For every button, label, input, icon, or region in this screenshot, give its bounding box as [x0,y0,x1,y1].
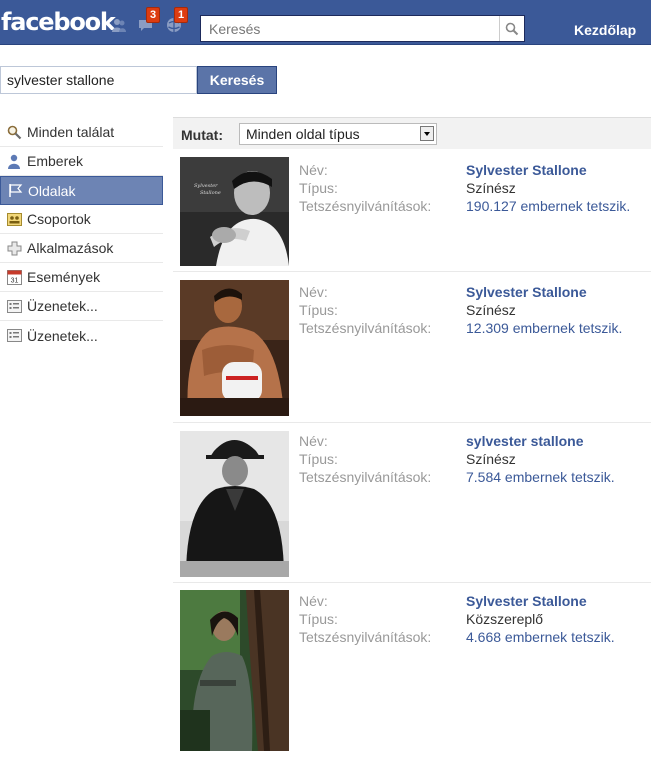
message-icon [6,298,22,314]
result-likes-label: Tetszésnyilvánítások: [299,469,432,485]
sidebar-item-pages[interactable]: Oldalak [0,176,163,205]
search-result: Név: Típus: Tetszésnyilvánítások: Sylves… [173,272,651,423]
result-name-link[interactable]: Sylvester Stallone [466,283,587,301]
page-type-select[interactable]: Minden oldal típus [239,123,437,145]
sidebar-item-label: Minden találat [27,124,115,140]
result-type-value: Színész [466,451,516,467]
search-icon [505,22,519,35]
result-type-label: Típus: [299,180,338,196]
calendar-day: 31 [10,277,18,284]
svg-text:Sylvester: Sylvester [194,183,218,189]
sidebar-item-label: Oldalak [28,182,76,199]
calendar-icon: 31 [6,269,22,285]
sidebar-item-label: Események [27,269,101,285]
result-likes-label: Tetszésnyilvánítások: [299,198,432,214]
result-thumbnail[interactable] [180,280,289,416]
home-link[interactable]: Kezdőlap [574,22,636,38]
messages-icon[interactable]: 3 [138,7,161,33]
result-type-value: Közszereplő [466,611,544,627]
search-result: Név: Típus: Tetszésnyilvánítások: Sylves… [173,583,651,760]
notifications-badge: 1 [174,7,189,23]
person-icon [6,153,22,169]
sidebar-item-all-results[interactable]: Minden találat [0,118,163,147]
notifications-icon[interactable]: 1 [166,7,189,33]
group-icon [6,211,22,227]
top-search-input[interactable] [201,16,499,41]
search-query-input[interactable] [0,66,197,94]
top-search-button[interactable] [499,16,524,41]
search-result: Név: Típus: Tetszésnyilvánítások: sylves… [173,423,651,583]
result-name-label: Név: [299,284,328,300]
top-bar: facebook 3 1 Kezdőlap [0,0,651,45]
sidebar-item-messages[interactable]: Üzenetek... [0,292,163,321]
facebook-logo[interactable]: facebook [1,9,116,35]
svg-text:Stallone: Stallone [200,190,221,196]
result-thumbnail[interactable] [180,431,289,577]
result-likes-label: Tetszésnyilvánítások: [299,320,432,336]
filter-bar: Mutat: Minden oldal típus [173,117,651,149]
sidebar-item-messages-2[interactable]: Üzenetek... [0,321,163,350]
result-type-value: Színész [466,180,516,196]
result-thumbnail[interactable] [180,590,289,751]
result-likes-link[interactable]: 7.584 embernek tetszik. [466,468,615,486]
sidebar-item-people[interactable]: Emberek [0,147,163,176]
result-name-label: Név: [299,162,328,178]
result-name-label: Név: [299,593,328,609]
result-type-label: Típus: [299,451,338,467]
search-filter-sidebar: Minden találat Emberek Oldalak Csoportok… [0,118,163,350]
result-type-label: Típus: [299,611,338,627]
sidebar-item-label: Üzenetek... [27,327,98,344]
search-submit-button[interactable]: Keresés [197,66,277,94]
sidebar-item-apps[interactable]: Alkalmazások [0,234,163,263]
filter-label: Mutat: [181,127,223,143]
result-thumbnail[interactable]: Sylvester Stallone [180,157,289,266]
sidebar-item-label: Alkalmazások [27,240,114,256]
friend-requests-icon[interactable] [111,17,127,33]
top-search-box [200,15,525,42]
messages-badge: 3 [146,7,161,23]
result-likes-link[interactable]: 190.127 embernek tetszik. [466,197,630,215]
search-result: Sylvester Stallone Név: Típus: Tetszésny… [173,150,651,272]
result-name-label: Név: [299,433,328,449]
sidebar-item-label: Emberek [27,153,84,169]
result-likes-link[interactable]: 12.309 embernek tetszik. [466,319,622,337]
result-likes-link[interactable]: 4.668 embernek tetszik. [466,628,615,646]
result-name-link[interactable]: sylvester stallone [466,432,584,450]
sidebar-item-label: Csoportok [27,211,91,227]
result-type-value: Színész [466,302,516,318]
sidebar-item-groups[interactable]: Csoportok [0,205,163,234]
result-name-link[interactable]: Sylvester Stallone [466,161,587,179]
puzzle-icon [6,240,22,256]
sidebar-item-events[interactable]: 31 Események [0,263,163,292]
result-type-label: Típus: [299,302,338,318]
page-flag-icon [7,183,23,199]
page-type-select-value: Minden oldal típus [246,126,360,142]
dropdown-arrow-icon [420,126,434,141]
magnifier-icon [6,124,22,140]
sidebar-item-label: Üzenetek... [27,298,98,314]
message-icon [6,328,22,344]
result-name-link[interactable]: Sylvester Stallone [466,592,587,610]
result-likes-label: Tetszésnyilvánítások: [299,629,432,645]
